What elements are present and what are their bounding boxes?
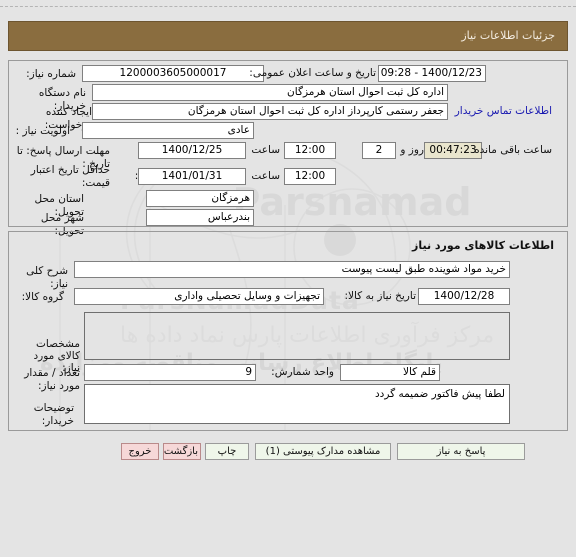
action-button-bar: پاسخ به نیاز مشاهده مدارک پیوستی (1) چاپ…: [8, 440, 568, 464]
page-root: Parsnamad ParsNamadData پایگاه اطلاع رسا…: [0, 0, 576, 557]
top-divider: [0, 6, 576, 7]
back-button[interactable]: بازگشت: [163, 443, 201, 460]
page-title: جزئیات اطلاعات نیاز: [8, 21, 568, 51]
exit-button[interactable]: خروج: [121, 443, 159, 460]
view-attachments-button[interactable]: مشاهده مدارک پیوستی (1): [255, 443, 391, 460]
goods-info-panel: [8, 231, 568, 431]
request-info-panel: [8, 60, 568, 227]
print-button[interactable]: چاپ: [205, 443, 249, 460]
respond-button[interactable]: پاسخ به نیاز: [397, 443, 525, 460]
